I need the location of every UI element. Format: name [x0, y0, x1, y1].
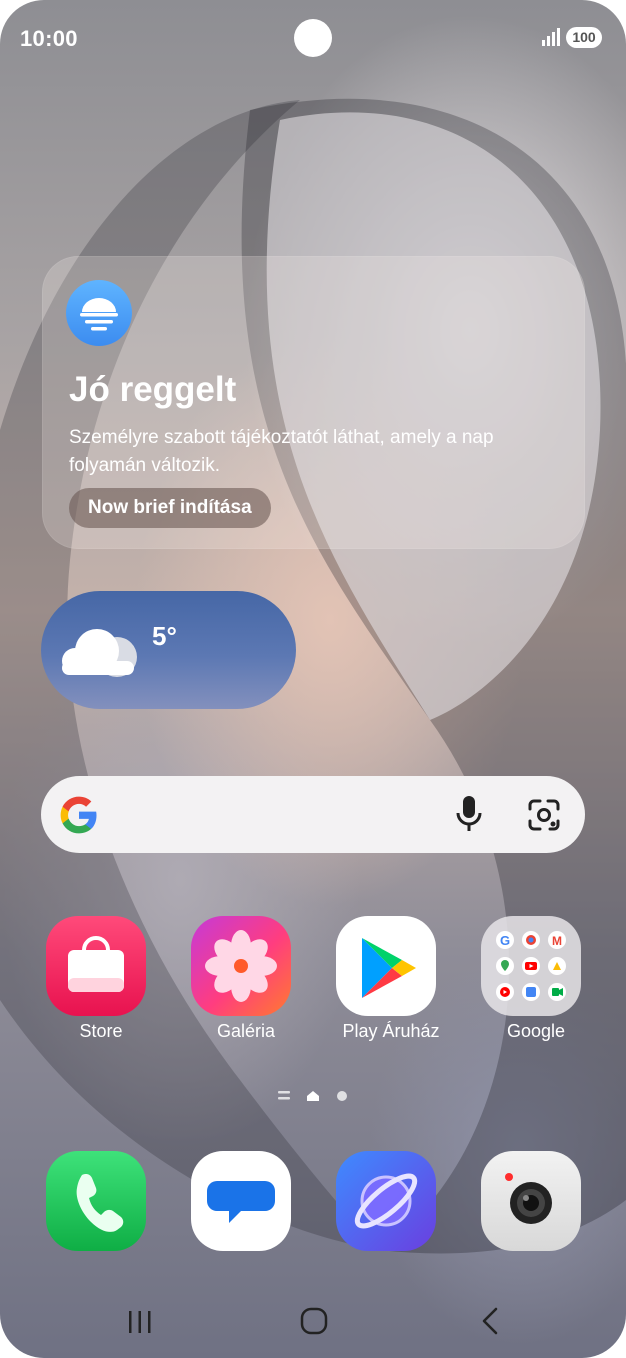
brief-icon — [66, 280, 132, 346]
internet-icon — [336, 1151, 436, 1251]
app-label: Store — [79, 1021, 123, 1041]
gallery-icon — [191, 916, 291, 1016]
cloud-icon — [62, 629, 137, 677]
recents-icon[interactable] — [126, 1308, 154, 1336]
navigation-bar — [0, 1300, 626, 1344]
phone-icon — [46, 1151, 146, 1251]
app-label: Galéria — [216, 1021, 276, 1041]
google-logo-icon — [60, 796, 97, 834]
weather-temperature: 5° — [152, 621, 177, 651]
signal-icon — [542, 28, 560, 46]
play-store-icon — [336, 916, 436, 1016]
brief-title: Jó reggelt — [69, 370, 237, 409]
google-search-bar[interactable] — [41, 776, 585, 853]
mic-icon[interactable] — [451, 794, 487, 834]
lens-icon[interactable] — [526, 797, 562, 833]
google-folder-icon: G M — [481, 916, 581, 1016]
svg-text:M: M — [552, 934, 562, 948]
home-screen: 10:00 100 Jó reggelt Személyre szabott t… — [0, 0, 626, 1358]
status-bar: 10:00 100 — [0, 0, 626, 76]
start-now-brief-button[interactable]: Now brief indítása — [69, 488, 271, 528]
now-brief-widget[interactable]: Jó reggelt Személyre szabott tájékoztató… — [42, 256, 585, 549]
back-icon[interactable] — [478, 1306, 502, 1336]
clock: 10:00 — [20, 26, 78, 51]
messages-icon — [191, 1151, 291, 1251]
app-label: Google — [506, 1021, 566, 1041]
battery-indicator: 100 — [566, 27, 602, 48]
store-icon — [46, 916, 146, 1016]
camera-icon — [481, 1151, 581, 1251]
front-camera — [294, 19, 332, 57]
brief-description: Személyre szabott tájékoztatót láthat, a… — [69, 427, 494, 476]
app-label: Play Áruház — [342, 1021, 440, 1041]
page-indicator[interactable] — [278, 1088, 350, 1104]
svg-text:G: G — [500, 933, 510, 948]
weather-widget[interactable]: 5° — [41, 591, 296, 709]
home-icon[interactable] — [299, 1306, 329, 1336]
